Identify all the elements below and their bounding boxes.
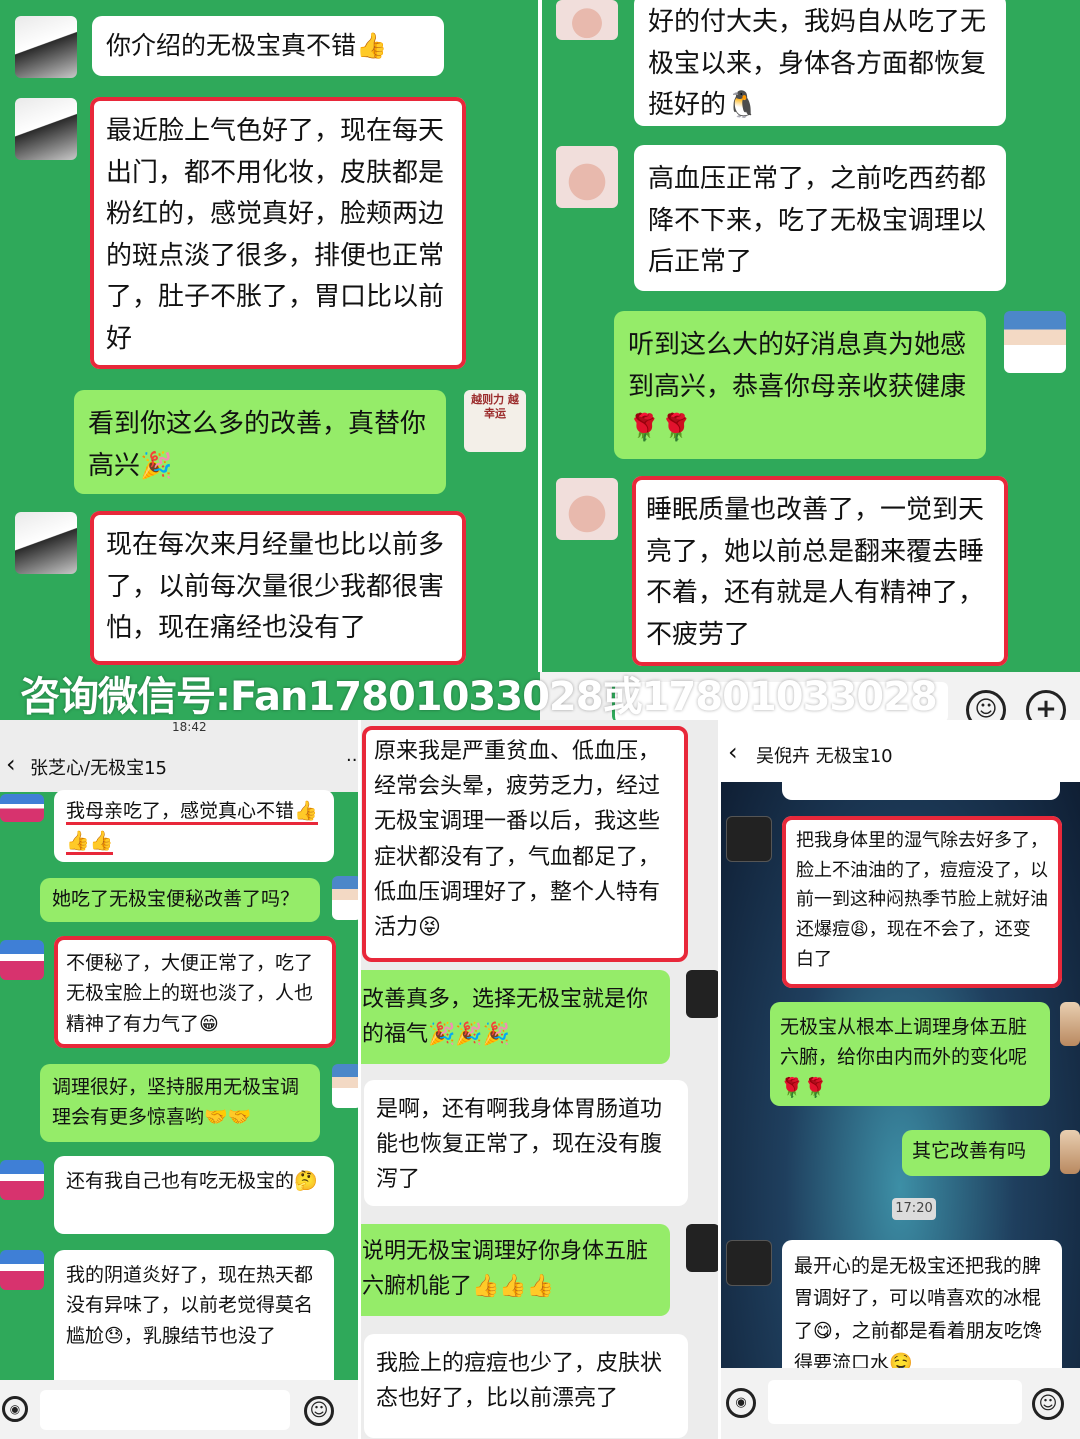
doctor-avatar[interactable] (686, 1224, 720, 1272)
highlighted-message-bubble: 现在每次来月经量也比以前多了，以前每次量很少我都很害怕，现在痛经也没有了 (90, 511, 466, 665)
highlighted-message-bubble: 最近脸上气色好了，现在每天出门，都不用化妆，皮肤都是粉红的，感觉真好，脸颊两边的… (90, 97, 466, 369)
panel-divider (538, 0, 542, 672)
user-avatar[interactable] (556, 478, 618, 540)
input-bar: ◉ ☺ (720, 1368, 1080, 1439)
message-text: 改善真多，选择无极宝就是你的福气🎉🎉🎉 (362, 987, 649, 1048)
highlighted-message-bubble: 不便秘了，大便正常了，吃了无极宝脸上的斑也淡了，人也精神了有力气了😁 (54, 936, 336, 1048)
message-text: 她吃了无极宝便秘改善了吗？ (52, 888, 300, 910)
message-bubble-outgoing: 其它改善有吗 (902, 1130, 1050, 1176)
doctor-avatar[interactable] (1004, 311, 1066, 373)
user-avatar[interactable] (0, 794, 44, 822)
message-text: 听到这么大的好消息真为她感到高兴，恭喜你母亲收获健康🌹🌹 (628, 330, 967, 444)
message-text: 你介绍的无极宝真不错👍 (106, 31, 388, 60)
message-input[interactable] (40, 1390, 290, 1430)
chat-panel-bottom-middle: 原来我是严重贫血、低血压，经常会头晕，疲劳乏力，经过无极宝调理一番以后，我这些症… (360, 720, 720, 1439)
message-bubble: 你介绍的无极宝真不错👍 (92, 16, 444, 76)
message-text: 无极宝从根本上调理身体五脏六腑，给你由内而外的变化呢🌹🌹 (780, 1016, 1028, 1099)
watermark-text: 咨询微信号:Fan17801033028或17801033028 (20, 674, 938, 720)
doctor-avatar[interactable]: 越则力 越幸运 (464, 390, 526, 452)
message-text: 我脸上的痘痘也少了，皮肤状态也好了，比以前漂亮了 (376, 1351, 663, 1412)
message-text: 还有我自己也有吃无极宝的🤔 (66, 1170, 318, 1192)
panel-divider (718, 720, 721, 1439)
highlighted-message-bubble: 把我身体里的湿气除去好多了，脸上不油油的了，痘痘没了，以前一到这种闷热季节脸上就… (782, 816, 1062, 988)
chat-panel-bottom-right: ‹ 吴倪卉 无极宝10 把我身体里的湿气除去好多了，脸上不油油的了，痘痘没了，以… (720, 720, 1080, 1439)
message-text: 是啊，还有啊我身体胃肠道功能也恢复正常了，现在没有腹泻了 (376, 1097, 663, 1193)
message-bubble-outgoing: 改善真多，选择无极宝就是你的福气🎉🎉🎉 (360, 970, 670, 1064)
message-text: 把我身体里的湿气除去好多了，脸上不油油的了，痘痘没了，以前一到这种闷热季节脸上就… (796, 830, 1048, 970)
message-bubble: 还有我自己也有吃无极宝的🤔 (54, 1156, 334, 1234)
message-bubble: 我脸上的痘痘也少了，皮肤状态也好了，比以前漂亮了 (364, 1334, 688, 1438)
chat-panel-top-left: 你介绍的无极宝真不错👍 最近脸上气色好了，现在每天出门，都不用化妆，皮肤都是粉红… (0, 0, 540, 672)
chat-panel-bottom-left: 18:42 ‹ 张芝心/无极宝15 ·· 我母亲吃了，感觉真心不错👍👍👍 她吃了… (0, 720, 360, 1439)
status-time: 18:42 (172, 720, 207, 734)
chat-panel-top-right: 好的付大夫，我妈自从吃了无极宝以来，身体各方面都恢复挺好的🐧 高血压正常了，之前… (540, 0, 1080, 672)
message-bubble: 高血压正常了，之前吃西药都降不下来，吃了无极宝调理以后正常了 (634, 145, 1006, 291)
message-text: 我母亲吃了，感觉真心不错👍👍👍 (66, 800, 318, 856)
message-text: 原来我是严重贫血、低血压，经常会头晕，疲劳乏力，经过无极宝调理一番以后，我这些症… (374, 739, 661, 940)
chat-title: 张芝心/无极宝15 (30, 758, 167, 779)
user-avatar[interactable] (556, 0, 618, 40)
message-text: 好的付大夫，我妈自从吃了无极宝以来，身体各方面都恢复挺好的🐧 (648, 7, 987, 121)
back-chevron-icon[interactable]: ‹ (6, 750, 16, 778)
user-avatar[interactable] (726, 1240, 772, 1286)
user-avatar[interactable] (0, 1160, 44, 1200)
message-text: 调理很好，坚持服用无极宝调理会有更多惊喜哟🤝🤝 (52, 1076, 300, 1129)
message-bubble-outgoing: 她吃了无极宝便秘改善了吗？ (40, 878, 320, 922)
message-bubble-outgoing: 说明无极宝调理好你身体五脏六腑机能了👍👍👍 (360, 1224, 670, 1316)
doctor-avatar[interactable] (686, 970, 720, 1018)
doctor-avatar[interactable] (1060, 1130, 1080, 1174)
doctor-avatar[interactable] (332, 876, 360, 920)
voice-icon[interactable]: ◉ (726, 1388, 756, 1418)
chat-title: 吴倪卉 无极宝10 (756, 746, 893, 767)
message-input[interactable] (768, 1380, 1022, 1424)
doctor-avatar[interactable] (332, 1064, 360, 1108)
back-chevron-icon[interactable]: ‹ (728, 738, 738, 766)
message-bubble: 我母亲吃了，感觉真心不错👍👍👍 (54, 790, 334, 862)
emoji-icon[interactable]: ☺ (304, 1396, 334, 1426)
timestamp-chip: 17:20 (892, 1198, 936, 1220)
message-bubble-outgoing: 无极宝从根本上调理身体五脏六腑，给你由内而外的变化呢🌹🌹 (770, 1002, 1050, 1106)
user-avatar[interactable] (556, 146, 618, 208)
doctor-avatar[interactable] (1060, 1002, 1080, 1046)
user-avatar[interactable] (15, 512, 77, 574)
highlighted-message-bubble: 原来我是严重贫血、低血压，经常会头晕，疲劳乏力，经过无极宝调理一番以后，我这些症… (362, 726, 688, 962)
message-text: 看到你这么多的改善，真替你高兴🎉 (88, 409, 427, 481)
more-icon[interactable]: ·· (346, 750, 357, 771)
status-and-title-bar: 18:42 ‹ 张芝心/无极宝15 ·· (0, 720, 360, 792)
message-bubble: 好的付大夫，我妈自从吃了无极宝以来，身体各方面都恢复挺好的🐧 (634, 0, 1006, 126)
message-text: 说明无极宝调理好你身体五脏六腑机能了👍👍👍 (362, 1239, 649, 1300)
message-bubble-outgoing: 调理很好，坚持服用无极宝调理会有更多惊喜哟🤝🤝 (40, 1064, 320, 1142)
user-avatar[interactable] (726, 816, 772, 862)
message-bubble-outgoing: 听到这么大的好消息真为她感到高兴，恭喜你母亲收获健康🌹🌹 (614, 311, 986, 459)
message-bubble: 是啊，还有啊我身体胃肠道功能也恢复正常了，现在没有腹泻了 (364, 1080, 688, 1206)
emoji-icon[interactable]: ☺ (1032, 1388, 1064, 1420)
message-bubble: 最开心的是无极宝还把我的脾胃调好了，可以啃喜欢的冰棍了😋，之前都是看着朋友吃馋得… (782, 1240, 1062, 1380)
message-bubble: 我的阴道炎好了，现在热天都没有异味了，以前老觉得莫名尴尬😓，乳腺结节也没了 (54, 1250, 334, 1390)
avatar-text: 越则力 越幸运 (471, 393, 519, 421)
message-text: 我的阴道炎好了，现在热天都没有异味了，以前老觉得莫名尴尬😓，乳腺结节也没了 (66, 1264, 314, 1347)
message-text: 睡眠质量也改善了，一觉到天亮了，她以前总是翻来覆去睡不着，还有就是人有精神了，不… (646, 495, 985, 650)
message-bubble (782, 770, 1060, 800)
message-text: 高血压正常了，之前吃西药都降不下来，吃了无极宝调理以后正常了 (648, 164, 987, 278)
message-text: 最近脸上气色好了，现在每天出门，都不用化妆，皮肤都是粉红的，感觉真好，脸颊两边的… (106, 116, 445, 354)
user-avatar[interactable] (15, 16, 77, 78)
panel-divider (358, 720, 361, 1439)
message-text: 不便秘了，大便正常了，吃了无极宝脸上的斑也淡了，人也精神了有力气了😁 (66, 952, 314, 1035)
message-text: 最开心的是无极宝还把我的脾胃调好了，可以啃喜欢的冰棍了😋，之前都是看着朋友吃馋得… (794, 1255, 1042, 1374)
message-bubble-outgoing: 看到你这么多的改善，真替你高兴🎉 (74, 390, 446, 494)
user-avatar[interactable] (0, 1250, 44, 1290)
voice-icon[interactable]: ◉ (2, 1396, 28, 1422)
message-text: 其它改善有吗 (912, 1140, 1027, 1162)
user-avatar[interactable] (0, 940, 44, 980)
user-avatar[interactable] (15, 98, 77, 160)
message-text: 现在每次来月经量也比以前多了，以前每次量很少我都很害怕，现在痛经也没有了 (106, 530, 445, 644)
input-bar: ◉ ☺ (0, 1380, 360, 1439)
highlighted-message-bubble: 睡眠质量也改善了，一觉到天亮了，她以前总是翻来覆去睡不着，还有就是人有精神了，不… (632, 476, 1008, 666)
